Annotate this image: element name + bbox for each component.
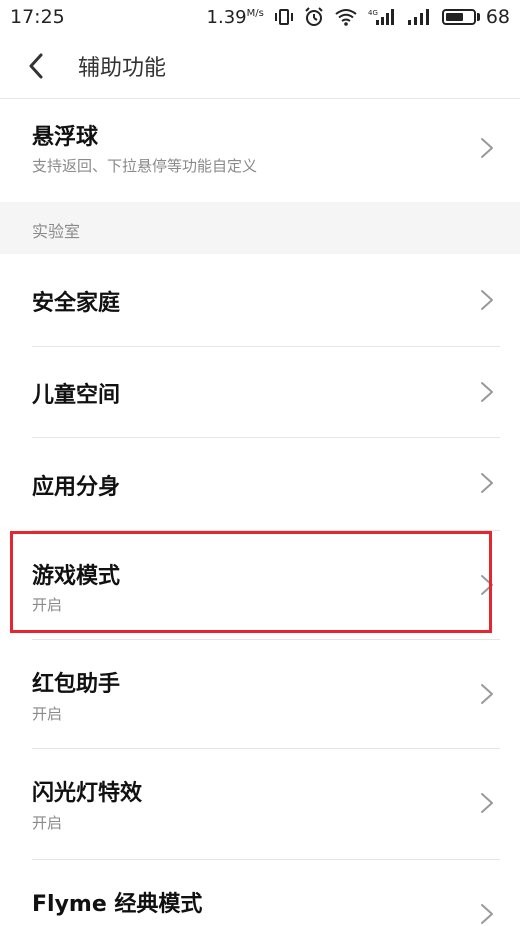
red-packet-title: 红包助手 [32, 672, 121, 697]
children-space-title: 儿童空间 [32, 383, 121, 408]
wifi-icon [334, 8, 358, 26]
signal-icon [406, 8, 432, 26]
battery-percent: 68 [485, 6, 510, 28]
app-clone-row[interactable]: 应用分身 [0, 438, 520, 530]
section-label: 实验室 [32, 222, 81, 241]
signal-4g-icon: 4G [368, 8, 396, 26]
flash-effect-row[interactable]: 闪光灯特效 开启 [0, 749, 520, 857]
back-button[interactable] [0, 34, 72, 98]
status-time: 17:25 [10, 6, 65, 28]
chevron-right-icon [481, 684, 493, 704]
chevron-right-icon [481, 138, 493, 158]
highlight-box [10, 531, 492, 633]
chevron-right-icon [481, 290, 493, 310]
chevron-right-icon [481, 473, 493, 493]
network-speed: 1.39M/s [206, 6, 264, 28]
safe-family-title: 安全家庭 [32, 291, 121, 316]
status-icons: 1.39M/s 4G 68 [207, 6, 510, 28]
alarm-icon [304, 7, 324, 27]
svg-text:4G: 4G [368, 9, 378, 17]
status-bar: 17:25 1.39M/s 4G 68 [0, 0, 520, 34]
flash-effect-status: 开启 [32, 814, 63, 832]
floating-ball-title: 悬浮球 [32, 125, 99, 150]
chevron-right-icon [481, 793, 493, 813]
chevron-right-icon [481, 382, 493, 402]
children-space-row[interactable]: 儿童空间 [0, 347, 520, 437]
flyme-classic-row[interactable]: Flyme 经典模式 [0, 860, 520, 926]
flash-effect-title: 闪光灯特效 [32, 781, 143, 806]
floating-ball-subtitle: 支持返回、下拉悬停等功能自定义 [32, 157, 258, 175]
battery-icon [441, 9, 476, 25]
back-arrow-icon [29, 53, 43, 79]
red-packet-row[interactable]: 红包助手 开启 [0, 640, 520, 748]
red-packet-status: 开启 [32, 705, 63, 723]
app-header: 辅助功能 [0, 34, 520, 99]
flyme-classic-title: Flyme 经典模式 [32, 892, 203, 917]
page-title: 辅助功能 [78, 56, 167, 81]
battery-indicator: 68 [441, 6, 510, 28]
app-clone-title: 应用分身 [32, 475, 121, 500]
section-header-lab: 实验室 [0, 202, 520, 254]
floating-ball-row[interactable]: 悬浮球 支持返回、下拉悬停等功能自定义 [0, 99, 520, 202]
vibrate-icon [274, 8, 294, 26]
safe-family-row[interactable]: 安全家庭 [0, 254, 520, 346]
chevron-right-icon [481, 904, 493, 924]
